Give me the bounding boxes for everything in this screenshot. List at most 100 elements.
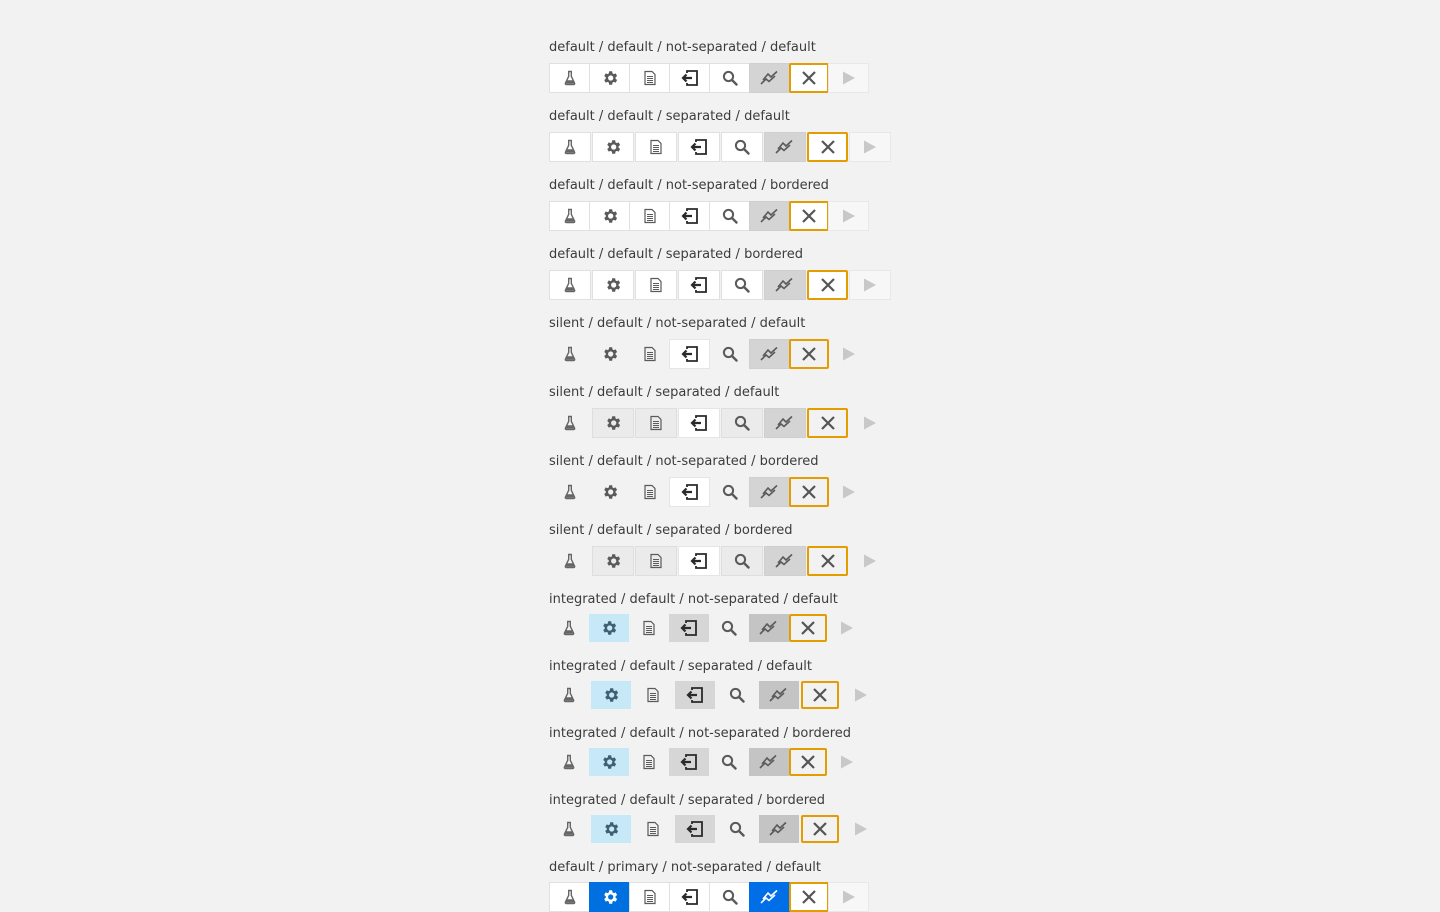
close-button[interactable] [789,748,827,776]
flask-button[interactable] [549,748,589,776]
document-button[interactable] [629,339,670,369]
chart-line-button[interactable] [749,477,790,507]
play-button[interactable] [828,477,869,507]
gear-button[interactable] [589,477,630,507]
gear-button[interactable] [589,614,629,642]
close-button[interactable] [789,477,829,507]
flask-button[interactable] [549,270,591,300]
chart-line-button[interactable] [749,201,790,231]
search-button[interactable] [721,132,763,162]
chart-line-button[interactable] [749,748,789,776]
gear-button[interactable] [591,681,631,709]
play-button[interactable] [849,132,891,162]
gear-button[interactable] [592,408,634,438]
search-button[interactable] [709,882,750,912]
exit-button[interactable] [669,882,710,912]
close-button[interactable] [807,546,848,576]
exit-button[interactable] [678,132,720,162]
search-button[interactable] [721,270,763,300]
flask-button[interactable] [549,815,589,843]
document-button[interactable] [635,270,677,300]
close-button[interactable] [789,201,829,231]
document-button[interactable] [635,132,677,162]
exit-button[interactable] [678,546,720,576]
gear-button[interactable] [589,748,629,776]
exit-button[interactable] [678,408,720,438]
play-button[interactable] [828,339,869,369]
chart-line-button[interactable] [759,681,799,709]
close-button[interactable] [807,408,848,438]
close-button[interactable] [789,63,829,93]
gear-button[interactable] [591,815,631,843]
play-button[interactable] [828,63,869,93]
chart-line-button[interactable] [764,270,806,300]
search-button[interactable] [709,339,750,369]
gear-button[interactable] [589,882,630,912]
document-button[interactable] [633,815,673,843]
gear-button[interactable] [589,339,630,369]
chart-line-button[interactable] [749,882,790,912]
exit-button[interactable] [669,614,709,642]
search-button[interactable] [709,614,749,642]
gear-button[interactable] [592,546,634,576]
chart-line-button[interactable] [764,408,806,438]
chart-line-button[interactable] [749,63,790,93]
document-button[interactable] [629,882,670,912]
chart-line-button[interactable] [749,614,789,642]
close-button[interactable] [801,681,839,709]
search-button[interactable] [709,748,749,776]
flask-button[interactable] [549,546,591,576]
play-button[interactable] [828,201,869,231]
play-button[interactable] [841,815,881,843]
search-button[interactable] [709,63,750,93]
document-button[interactable] [629,748,669,776]
exit-button[interactable] [669,63,710,93]
close-button[interactable] [789,339,829,369]
chart-line-button[interactable] [749,339,790,369]
flask-button[interactable] [549,339,590,369]
document-button[interactable] [629,201,670,231]
chart-line-button[interactable] [764,132,806,162]
exit-button[interactable] [669,339,710,369]
search-button[interactable] [709,201,750,231]
play-button[interactable] [827,614,867,642]
document-button[interactable] [635,546,677,576]
flask-button[interactable] [549,408,591,438]
document-button[interactable] [629,63,670,93]
search-button[interactable] [721,546,763,576]
play-button[interactable] [841,681,881,709]
document-button[interactable] [633,681,673,709]
exit-button[interactable] [675,681,715,709]
close-button[interactable] [801,815,839,843]
flask-button[interactable] [549,681,589,709]
close-button[interactable] [807,132,848,162]
exit-button[interactable] [678,270,720,300]
play-button[interactable] [849,546,891,576]
play-button[interactable] [849,408,891,438]
play-button[interactable] [849,270,891,300]
gear-button[interactable] [592,270,634,300]
exit-button[interactable] [669,477,710,507]
flask-button[interactable] [549,477,590,507]
close-button[interactable] [789,882,829,912]
chart-line-button[interactable] [764,546,806,576]
flask-button[interactable] [549,201,590,231]
play-button[interactable] [828,882,869,912]
gear-button[interactable] [589,201,630,231]
play-button[interactable] [827,748,867,776]
flask-button[interactable] [549,132,591,162]
flask-button[interactable] [549,63,590,93]
chart-line-button[interactable] [759,815,799,843]
document-button[interactable] [635,408,677,438]
gear-button[interactable] [589,63,630,93]
close-button[interactable] [807,270,848,300]
document-button[interactable] [629,614,669,642]
exit-button[interactable] [675,815,715,843]
exit-button[interactable] [669,201,710,231]
gear-button[interactable] [592,132,634,162]
search-button[interactable] [709,477,750,507]
exit-button[interactable] [669,748,709,776]
document-button[interactable] [629,477,670,507]
flask-button[interactable] [549,614,589,642]
search-button[interactable] [721,408,763,438]
